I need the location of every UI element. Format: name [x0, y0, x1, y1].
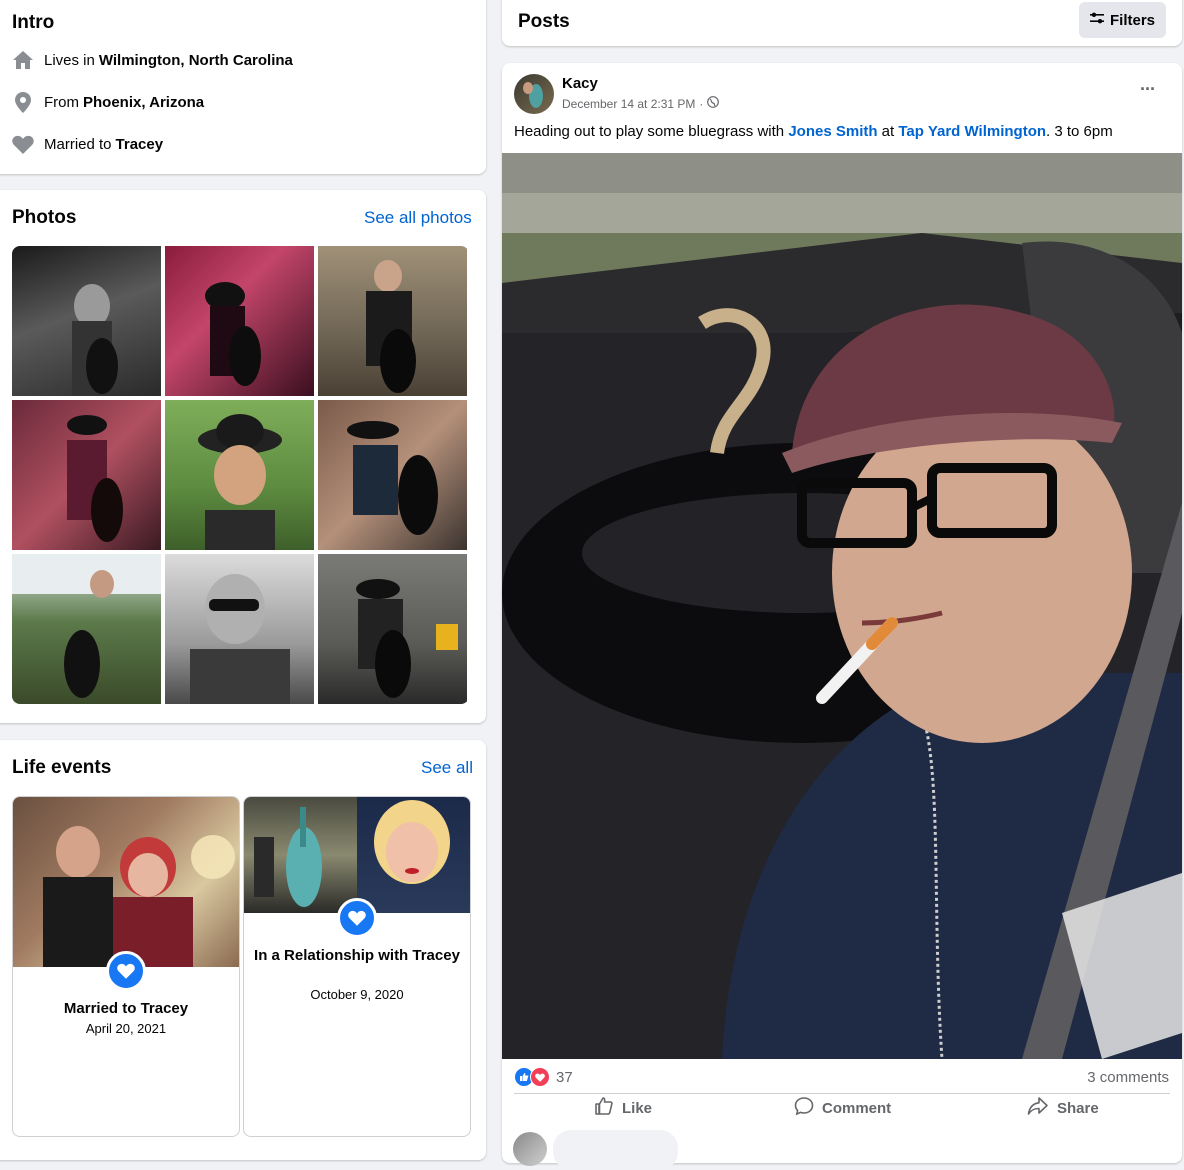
intro-from: From Phoenix, Arizona [12, 91, 204, 113]
love-reaction-icon [530, 1067, 550, 1087]
comment-bubble-icon [794, 1096, 814, 1120]
filters-button[interactable]: Filters [1079, 2, 1166, 38]
post-photo[interactable] [502, 153, 1182, 1059]
reactions-summary[interactable]: 37 [514, 1067, 573, 1087]
posts-title: Posts [518, 11, 570, 32]
post-text-before: Heading out to play some bluegrass with [514, 123, 789, 140]
life-event-married[interactable]: Married to Tracey April 20, 2021 [12, 796, 240, 1137]
share-arrow-icon [1027, 1096, 1049, 1120]
event-photo-left [244, 797, 357, 913]
event-photo-right [357, 797, 470, 913]
event-date: April 20, 2021 [85, 1021, 167, 1036]
comment-label: Comment [822, 1099, 892, 1117]
comments-count[interactable]: 3 comments [1087, 1069, 1169, 1086]
relationship-heart-badge-icon [106, 951, 146, 991]
like-button[interactable]: Like [594, 1096, 652, 1120]
avatar[interactable] [514, 74, 554, 114]
post-text: Heading out to play some bluegrass with … [514, 123, 1113, 140]
intro-card: Intro Lives in Wilmington, North Carolin… [0, 0, 486, 174]
intro-married-value[interactable]: Tracey [116, 136, 164, 153]
post-meta: December 14 at 2:31 PM · [562, 96, 720, 111]
post-divider [514, 1093, 1170, 1094]
photo-thumbnail[interactable] [318, 400, 467, 550]
comment-bubble [553, 1130, 678, 1170]
photo-thumbnail[interactable] [318, 554, 467, 704]
see-all-photos-link[interactable]: See all photos [364, 208, 472, 228]
see-all-events-link[interactable]: See all [421, 758, 473, 778]
posts-header-card: Posts Filters [502, 0, 1182, 46]
event-title: Married to Tracey [63, 1000, 189, 1017]
thumbs-up-icon [594, 1096, 614, 1120]
reaction-count: 37 [556, 1068, 573, 1086]
post-text-after: . 3 to 6pm [1046, 123, 1113, 140]
filters-label: Filters [1109, 11, 1155, 29]
share-button[interactable]: Share [1027, 1096, 1099, 1120]
home-icon [12, 49, 34, 71]
intro-married-prefix: Married to [44, 135, 112, 153]
post-meta-separator: · [699, 96, 704, 111]
intro-married-to: Married to Tracey [12, 133, 163, 155]
globe-icon [707, 96, 720, 111]
intro-from-value[interactable]: Phoenix, Arizona [83, 94, 204, 111]
share-label: Share [1057, 1099, 1099, 1117]
life-event-relationship[interactable]: In a Relationship with Tracey October 9,… [243, 796, 471, 1137]
intro-lives-in-value[interactable]: Wilmington, North Carolina [99, 52, 293, 69]
photo-thumbnail[interactable] [12, 554, 161, 704]
event-photo [13, 797, 239, 967]
post-more-button[interactable]: ··· [1140, 79, 1156, 100]
photo-thumbnail[interactable] [318, 246, 467, 396]
photo-thumbnail[interactable] [12, 400, 161, 550]
commenter-avatar[interactable] [513, 1132, 547, 1166]
photos-grid [12, 246, 469, 704]
heart-icon [12, 133, 34, 155]
event-date: October 9, 2020 [310, 987, 404, 1002]
location-pin-icon [12, 91, 34, 113]
filters-icon [1089, 11, 1104, 29]
event-title: In a Relationship with Tracey [254, 947, 460, 964]
post-card: Kacy December 14 at 2:31 PM · ··· Headin… [502, 63, 1182, 1163]
intro-title: Intro [12, 12, 55, 33]
photos-title: Photos [12, 207, 77, 228]
post-text-middle: at [877, 123, 899, 140]
post-mention-tap-yard[interactable]: Tap Yard Wilmington [898, 123, 1046, 140]
post-mention-jones-smith[interactable]: Jones Smith [788, 123, 877, 140]
post-date[interactable]: December 14 at 2:31 PM [562, 97, 695, 111]
like-label: Like [622, 1099, 653, 1117]
photo-thumbnail[interactable] [165, 246, 314, 396]
intro-from-prefix: From [44, 93, 79, 111]
life-events-title: Life events [12, 757, 112, 778]
photo-thumbnail[interactable] [165, 400, 314, 550]
photo-thumbnail[interactable] [165, 554, 314, 704]
post-author[interactable]: Kacy [562, 75, 598, 92]
intro-lives-in: Lives in Wilmington, North Carolina [12, 49, 293, 71]
intro-lives-in-prefix: Lives in [44, 51, 95, 69]
relationship-heart-badge-icon [337, 898, 377, 938]
photo-thumbnail[interactable] [12, 246, 161, 396]
comment-button[interactable]: Comment [794, 1096, 891, 1120]
